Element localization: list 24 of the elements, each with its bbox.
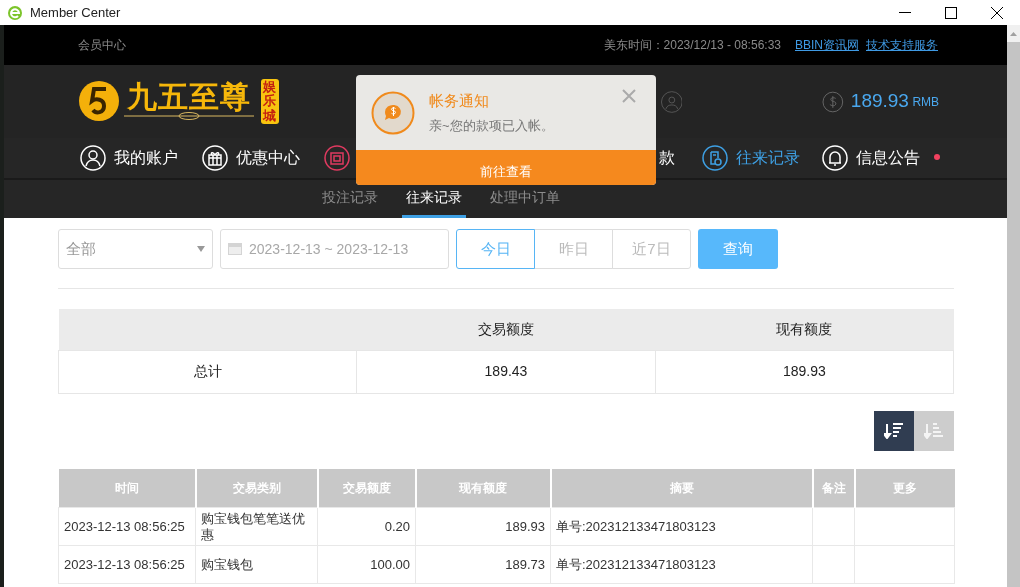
logo-text: 九五至尊 [126, 82, 251, 113]
table-cell: 2023-12-13 08:56:25 [64, 556, 185, 572]
total-value: 189.93 [655, 350, 954, 393]
table-cell: 单号:202312133471803123 [556, 556, 716, 572]
currency-label: RMB [912, 93, 940, 111]
us-east-time: 美东时间：2023/12/13 - 08:56:33 [603, 37, 781, 54]
notification-title: 帐务通知 [429, 90, 490, 111]
table-cell: 购宝钱包笔笔送优惠 [201, 511, 305, 542]
table-cell: 189.93 [505, 518, 545, 534]
table-cell: 2023-12-13 08:56:25 [64, 518, 185, 534]
row-label: 总计 [58, 350, 357, 393]
table-cell: 100.00 [370, 556, 410, 572]
logo-badge: 娱乐城 [260, 79, 279, 124]
column-header: 交易额度 [356, 309, 656, 350]
table-cell: 单号:202312133471803123 [556, 518, 716, 534]
notification-message: 亲~您的款项已入帐。 [429, 116, 554, 135]
balance-amount: 189.93 [850, 89, 909, 114]
page-title: 会员中心 [78, 37, 126, 54]
window-title: Member Center [30, 3, 121, 22]
table-cell: 购宝钱包 [201, 556, 253, 572]
total-value: 189.43 [356, 350, 656, 393]
table-cell: 0.20 [384, 518, 410, 534]
table-cell: 189.73 [505, 556, 545, 572]
column-header: 现有额度 [655, 309, 954, 350]
